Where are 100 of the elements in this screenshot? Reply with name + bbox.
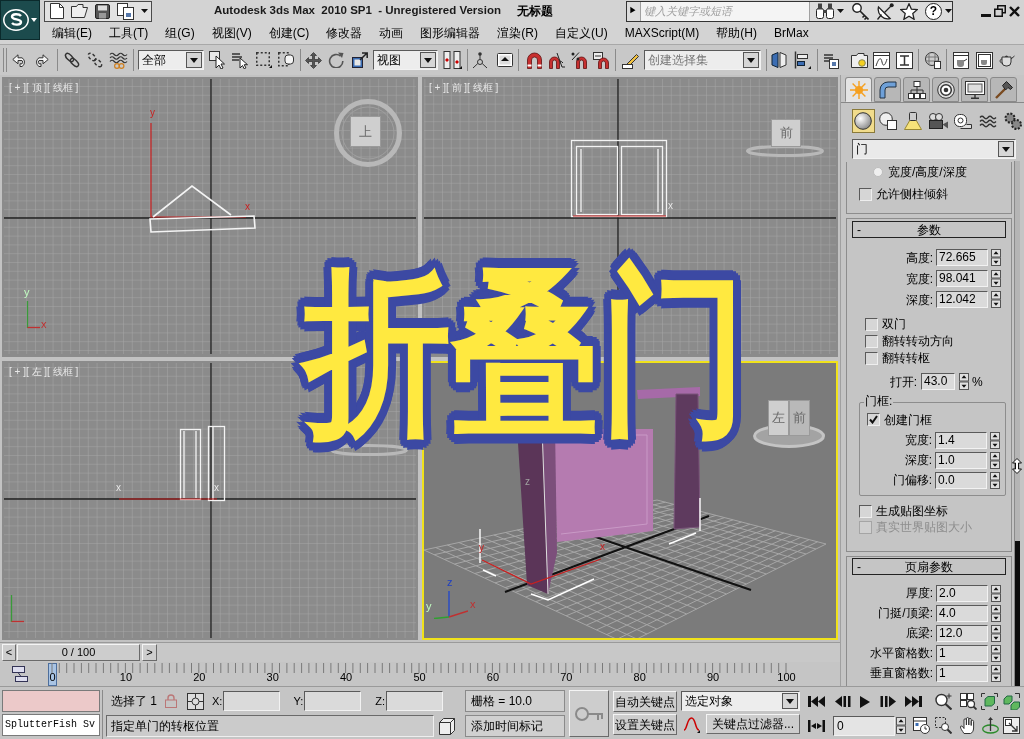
spinner-arrows-icon[interactable] [991,270,1001,287]
satellite-dish-icon[interactable] [877,2,894,20]
pencil-icon[interactable] [622,51,639,69]
restore-icon[interactable] [994,5,1006,17]
number-field[interactable]: 0.0 [935,471,987,489]
next-frame-icon[interactable] [880,696,896,707]
number-field[interactable]: 43.0 [921,373,955,390]
spinner-arrows-icon[interactable] [990,471,1000,489]
panel-tab[interactable] [961,77,988,102]
checkbox[interactable] [865,334,878,348]
teapot-window-icon[interactable] [953,51,969,69]
number-field[interactable]: 1 [936,644,988,662]
zoom-all-icon[interactable] [960,693,977,710]
menu-item[interactable]: 自定义(U) [555,24,608,42]
spinner-arrows-icon[interactable] [991,249,1001,266]
list-cursor-icon[interactable] [231,51,248,69]
menu-item[interactable]: 工具(T) [109,24,149,42]
category-button[interactable] [852,109,875,133]
add-time-tag-button[interactable]: 添加时间标记 [465,715,565,737]
spinner-arrows-icon[interactable] [896,717,906,734]
magnet-icon[interactable] [526,51,543,69]
time-slider-track[interactable]: < 0 / 100 > [0,642,840,662]
zoom-extents-all-icon[interactable] [1003,693,1020,710]
undo-icon[interactable] [12,53,28,67]
listener-output-field[interactable]: SplutterFish Sv [2,714,100,736]
redo-icon[interactable] [33,53,49,67]
move-icon[interactable] [305,51,322,69]
star-icon[interactable] [900,2,918,20]
frame-field[interactable]: 0 [833,715,895,736]
window-arrow-icon[interactable] [12,666,28,682]
align-icon[interactable] [794,51,811,69]
zoom-icon[interactable] [935,693,952,710]
folder-icon[interactable] [71,4,88,18]
teapot-frame-icon[interactable] [976,51,993,69]
checkbox[interactable] [859,504,872,518]
dashed-rectangle-icon[interactable] [256,52,272,68]
previous-frame-icon[interactable] [835,696,851,707]
menu-item[interactable]: MAXScript(M) [624,24,700,42]
number-field[interactable]: 12.042 [936,291,988,308]
caret-icon[interactable] [837,9,844,13]
rollout-header[interactable]: - 参数 [852,221,1006,238]
binoculars-icon[interactable] [816,3,834,19]
key-set-dropdown[interactable]: 选定对象 [681,691,800,711]
coordinate-field[interactable] [223,691,281,711]
crosshair-box-icon[interactable] [187,692,204,710]
time-slider-thumb[interactable]: 0 / 100 [17,644,140,661]
number-field[interactable]: 98.041 [936,270,988,287]
zoom-extents-icon[interactable] [981,693,998,710]
play-icon[interactable] [860,695,870,708]
number-field[interactable]: 1.4 [935,431,987,449]
magnet-spinner-icon[interactable] [593,51,610,69]
menu-item[interactable]: 视图(V) [211,24,252,42]
door-wireframe[interactable] [179,425,226,501]
broken-chain-icon[interactable] [87,52,103,68]
chain-link-icon[interactable] [64,52,80,68]
scrollbar[interactable] [1014,161,1020,686]
checkbox[interactable] [865,351,878,365]
number-field[interactable]: 4.0 [936,604,988,622]
time-config-icon[interactable] [913,717,930,734]
previous-frame-button[interactable]: < [2,644,16,661]
waves-rings-icon[interactable] [109,51,128,69]
spinner-arrows-icon[interactable] [991,604,1001,622]
compass-ring-icon[interactable] [330,443,408,456]
spinner-arrows-icon[interactable] [991,664,1001,682]
view-cube-face[interactable]: 左 [768,399,789,436]
application-button[interactable] [0,0,40,40]
menu-item[interactable]: 帮助(H) [716,24,757,42]
menu-item[interactable]: 修改器 [326,24,363,42]
pivot-center-icon[interactable] [443,51,462,69]
selection-filter-dropdown[interactable]: 全部 [138,50,204,70]
expand-arrow[interactable]: ▶ [627,7,640,15]
minimize-icon[interactable] [981,13,991,17]
number-field[interactable]: 2.0 [936,584,988,602]
checker-sphere-icon[interactable] [925,51,941,69]
current-frame-marker[interactable] [48,663,57,686]
spinner-arrows-icon[interactable] [991,624,1001,642]
layers-icon[interactable] [823,51,839,69]
key-mode-icon[interactable] [808,719,825,732]
scale-icon[interactable] [352,52,368,68]
spinner-arrows-icon[interactable] [991,291,1001,308]
hand-icon[interactable] [960,717,977,734]
mirror-icon[interactable] [771,51,787,69]
key-filters-button[interactable]: 关键点过滤器... [706,714,800,734]
panel-tab[interactable] [990,77,1017,102]
new-file-icon[interactable] [50,3,64,19]
number-field[interactable]: 72.665 [936,249,988,266]
named-selection-field[interactable]: 创建选择集 [648,51,742,69]
number-field[interactable]: 12.0 [936,624,988,642]
manipulate-icon[interactable] [472,51,488,69]
menu-item[interactable]: 创建(C) [268,24,310,42]
magnet-percent-icon[interactable] [571,51,588,69]
help-button[interactable]: ? [925,2,942,20]
spinner-arrows-icon[interactable] [990,431,1000,449]
named-selection-dropdown[interactable]: 创建选择集 [644,50,761,70]
door-wireframe[interactable] [570,139,668,218]
spinner-arrows-icon[interactable] [991,584,1001,602]
key-icon[interactable] [852,2,869,20]
orbit-icon[interactable] [982,717,999,734]
category-button[interactable] [876,109,900,133]
next-frame-button[interactable]: > [142,644,157,661]
